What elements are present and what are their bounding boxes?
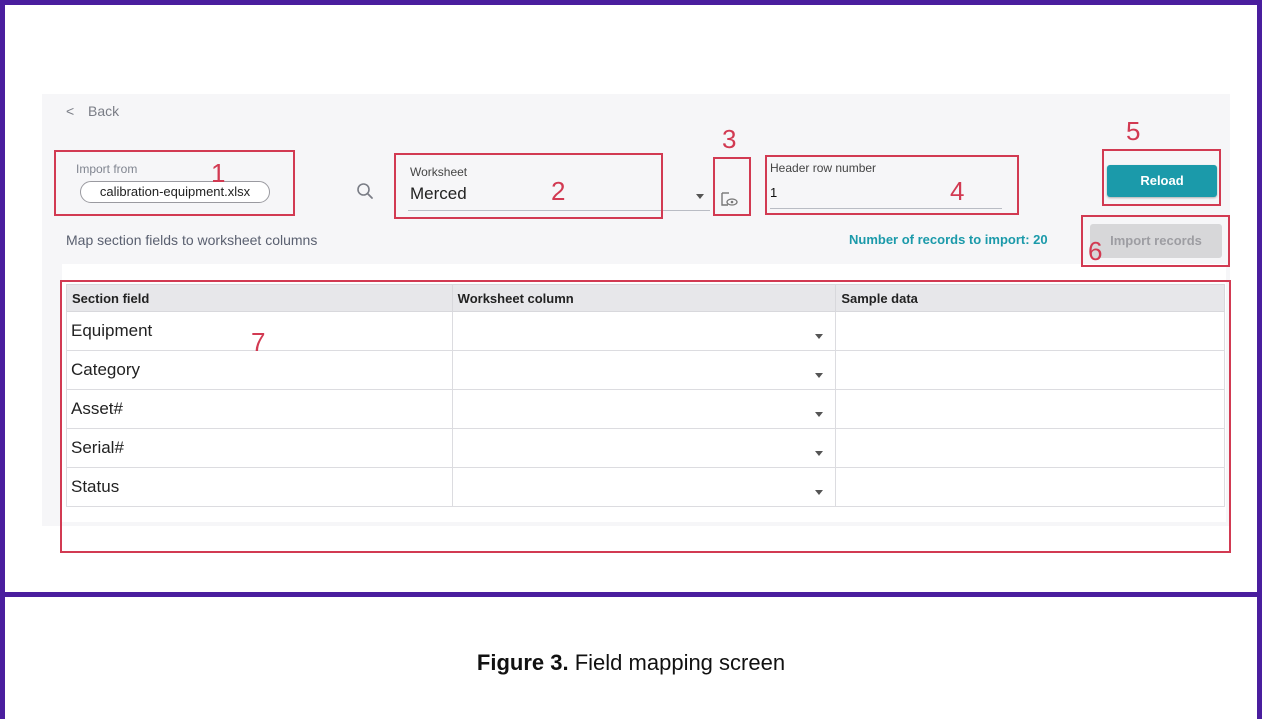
callout-number-5: 5 [1126, 116, 1141, 146]
back-chevron-icon: < [66, 103, 75, 119]
callout-box-1 [54, 150, 295, 216]
figure-caption-label: Figure 3. [476, 650, 569, 675]
callout-box-5 [1102, 149, 1221, 206]
callout-box-7 [60, 280, 1231, 553]
callout-number-3: 3 [722, 124, 737, 154]
back-label: Back [88, 103, 120, 119]
frame-divider [0, 592, 1262, 597]
figure-caption: Figure 3. Field mapping screen [0, 650, 1262, 676]
callout-box-6 [1081, 215, 1230, 267]
callout-number-6: 6 [1088, 236, 1103, 266]
callout-number-1: 1 [211, 158, 226, 188]
frame-right-border [1257, 0, 1262, 719]
callout-number-4: 4 [950, 176, 965, 206]
callout-box-2 [394, 153, 663, 219]
records-count: Number of records to import: 20 [849, 232, 1048, 247]
chevron-down-icon[interactable] [696, 194, 704, 199]
callout-number-2: 2 [551, 176, 566, 206]
callout-number-7: 7 [251, 327, 266, 357]
callout-box-3 [713, 157, 751, 216]
search-icon[interactable] [356, 182, 374, 200]
back-link[interactable]: < Back [66, 103, 119, 119]
frame-left-border [0, 0, 5, 719]
frame-top-border [0, 0, 1262, 5]
mapping-title: Map section fields to worksheet columns [66, 232, 318, 248]
callout-box-4 [765, 155, 1019, 215]
figure-caption-text: Field mapping screen [574, 650, 786, 675]
